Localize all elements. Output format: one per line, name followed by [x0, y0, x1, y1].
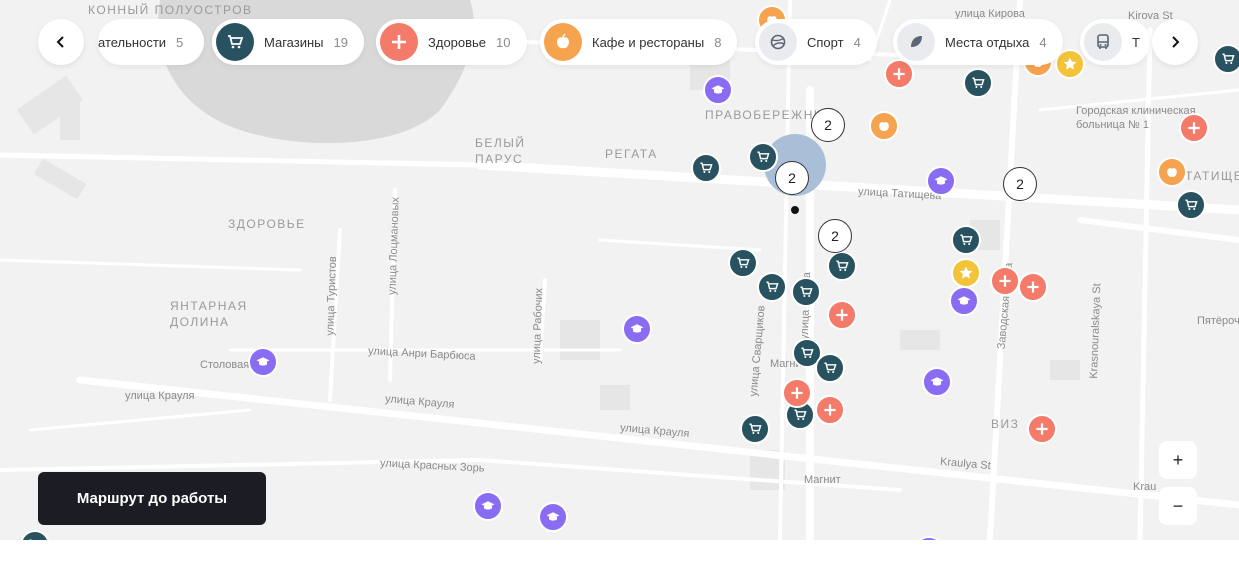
education-marker[interactable] [949, 286, 979, 316]
shopping-cart-marker[interactable] [691, 153, 721, 183]
category-chip-rest[interactable]: Места отдыха 4 [893, 19, 1063, 65]
shopping-cart-marker[interactable] [791, 277, 821, 307]
shopping-cart-marker[interactable] [740, 414, 770, 444]
bus-icon [1084, 23, 1122, 61]
shopping-cart-marker[interactable] [951, 225, 981, 255]
education-marker[interactable] [703, 75, 733, 105]
category-label: Т [1132, 34, 1140, 50]
category-chip-transport[interactable]: Т [1080, 19, 1150, 65]
chevron-right-icon [1172, 36, 1180, 48]
education-marker[interactable] [622, 314, 652, 344]
category-label: Спорт [807, 34, 844, 50]
next-category-button[interactable] [1152, 19, 1198, 65]
education-marker[interactable] [926, 166, 956, 196]
map-base [0, 0, 1239, 540]
health-marker[interactable] [990, 266, 1020, 296]
category-label: Здоровье [428, 34, 487, 50]
health-marker[interactable] [827, 300, 857, 330]
magnit-label-2: Магнит [804, 474, 841, 486]
category-chip-cafe[interactable]: Кафе и рестораны 8 [540, 19, 738, 65]
cluster-marker[interactable]: 2 [818, 219, 852, 253]
education-marker[interactable] [922, 367, 952, 397]
street-krauly-1-label: улица Крауля [125, 390, 195, 402]
shopping-cart-marker[interactable] [728, 248, 758, 278]
district-tatishchevo-label: ТАТИЩЕВО [1185, 169, 1239, 183]
district-konny-label: КОННЫЙ ПОЛУОСТРОВ [88, 3, 253, 17]
health-marker[interactable] [1179, 113, 1209, 143]
district-regata-label: РЕГАТА [605, 147, 658, 161]
cluster-marker[interactable]: 2 [811, 108, 845, 142]
shopping-cart-marker[interactable] [757, 272, 787, 302]
category-label: Магазины [264, 34, 324, 50]
district-yantarnaya-label: ЯНТАРНАЯ ДОЛИНА [170, 299, 248, 329]
shopping-cart-marker[interactable] [748, 142, 778, 172]
district-zdorovye-label: ЗДОРОВЬЕ [228, 217, 306, 231]
category-count: 19 [333, 34, 348, 50]
category-chip-sport[interactable]: Спорт 4 [755, 19, 877, 65]
shopping-cart-marker[interactable] [963, 68, 993, 98]
health-marker[interactable] [782, 378, 812, 408]
category-count: 4 [1039, 34, 1047, 50]
education-marker[interactable] [538, 502, 568, 532]
hospital-label: Городская клиническая больница № 1 [1076, 105, 1196, 131]
route-to-work-button[interactable]: Маршрут до работы [38, 472, 266, 525]
category-label: ательности [98, 34, 167, 50]
leaf-icon [897, 23, 935, 61]
stolovaya-label: Столовая [200, 359, 250, 371]
category-count: 8 [714, 34, 722, 50]
category-chip-health[interactable]: Здоровье 10 [376, 19, 527, 65]
apple-icon [544, 23, 582, 61]
health-marker[interactable] [1018, 272, 1048, 302]
street-kraulya-en-2-label: Krau [1133, 481, 1157, 493]
zoom-in-button[interactable]: + [1159, 441, 1197, 479]
cafe-marker[interactable] [1157, 157, 1187, 187]
shopping-cart-marker[interactable] [1176, 190, 1206, 220]
ball-icon [759, 23, 797, 61]
map[interactable]: КОННЫЙ ПОЛУОСТРОВ ПРАВОБЕРЕЖНЫЙ БЕЛЫЙ ПА… [0, 0, 1239, 540]
category-label: Места отдыха [945, 34, 1030, 50]
favorite-marker[interactable] [951, 258, 981, 288]
plus-icon [380, 23, 418, 61]
education-marker[interactable] [473, 491, 503, 521]
shopping-cart-icon [216, 23, 254, 61]
category-chip-shops[interactable]: Магазины 19 [212, 19, 364, 65]
health-marker[interactable] [815, 395, 845, 425]
category-label: Кафе и рестораны [592, 34, 705, 50]
shopping-cart-marker[interactable] [827, 251, 857, 281]
shopping-cart-marker[interactable] [815, 353, 845, 383]
chevron-left-icon [56, 36, 64, 48]
district-bely-parus-label: БЕЛЫЙ ПАРУС [475, 136, 526, 166]
category-count: 10 [496, 34, 511, 50]
zoom-out-button[interactable]: − [1159, 487, 1197, 525]
shopping-cart-marker[interactable] [1213, 44, 1239, 74]
category-chip-education[interactable]: ательности 5 [98, 19, 204, 65]
health-marker[interactable] [1027, 414, 1057, 444]
category-count: 5 [176, 34, 184, 50]
category-count: 4 [853, 34, 861, 50]
district-viz-label: ВИЗ [991, 417, 1020, 431]
cafe-marker[interactable] [869, 111, 899, 141]
cluster-marker[interactable]: 2 [775, 161, 809, 195]
education-marker[interactable] [248, 347, 278, 377]
cluster-marker[interactable]: 2 [1003, 167, 1037, 201]
prev-category-button[interactable] [38, 19, 84, 65]
pyaterochka-label: Пятёрочка [1197, 315, 1239, 327]
